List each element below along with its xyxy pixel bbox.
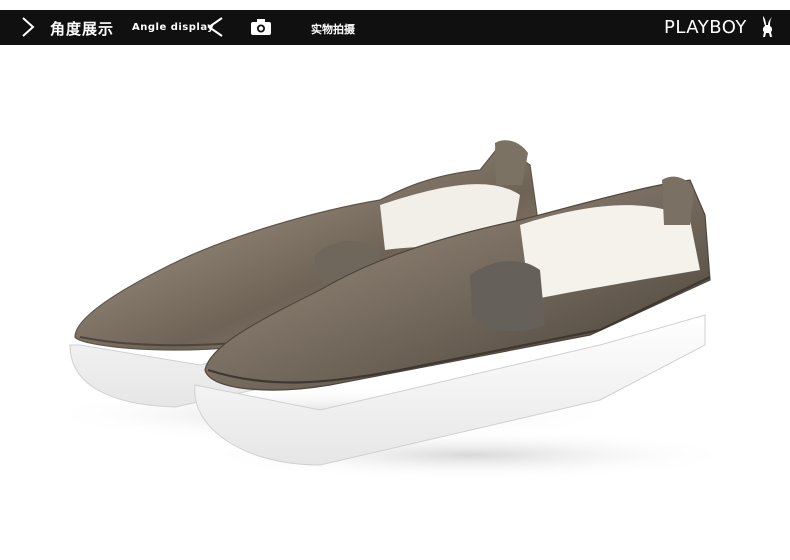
- photo-label: 实物拍摄: [311, 23, 355, 36]
- bunny-icon: [759, 15, 775, 43]
- section-subtitle: Angle display: [132, 22, 215, 33]
- product-photo: [0, 45, 790, 556]
- brand-logo: PLAYBOY: [664, 17, 747, 38]
- header-bar: 角度展示 Angle display 实物拍摄 PLAYBOY: [0, 10, 790, 45]
- chevron-left-icon: [205, 16, 225, 38]
- chevron-right-icon: [20, 16, 36, 38]
- section-title: 角度展示: [50, 20, 115, 38]
- camera-icon: [250, 18, 272, 40]
- shoes-illustration: [40, 140, 740, 480]
